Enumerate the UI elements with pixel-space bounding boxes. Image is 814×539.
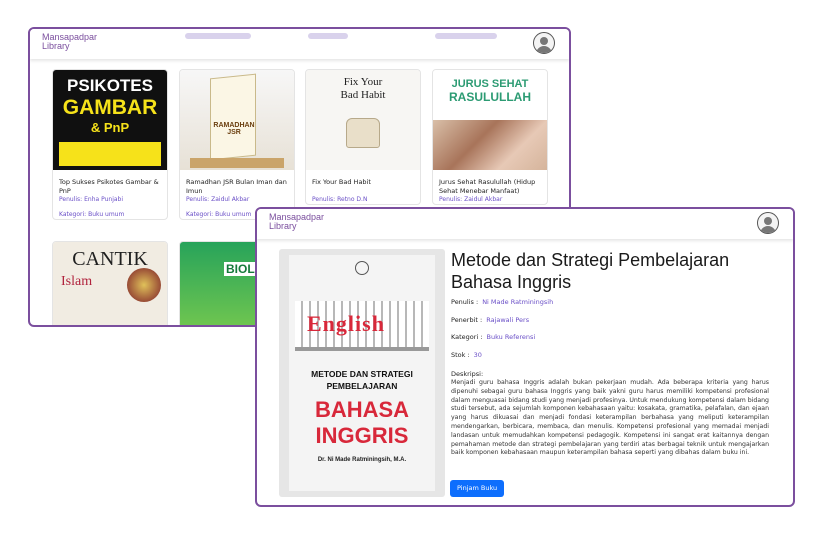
cover-text: English [307,311,385,336]
book-card[interactable]: CANTIK Islam [52,241,168,325]
book-title: Jurus Sehat Rasulullah (Hidup Sehat Mene… [439,178,536,195]
book-title: Metode dan Strategi Pembelajaran Bahasa … [451,250,730,292]
book-card[interactable]: JURUS SEHAT RASULULLAH Jurus Sehat Rasul… [432,69,548,205]
cover-text: INGGRIS [315,423,409,448]
author-row: Penulis : Ni Made Ratminingsih [451,298,553,306]
book-detail-cover: English METODE DAN STRATEGI PEMBELAJARAN… [279,249,445,497]
user-circle-icon[interactable] [757,212,779,234]
navbar: Mansapadpar Library [30,29,569,59]
brand-line-2: Library [42,41,70,51]
book-author: Penulis: Zaidul Akbar [439,196,503,203]
cover-text: & PnP [90,120,130,135]
cover-text: CANTIK [72,248,148,270]
publisher-row: Penerbit : Rajawali Pers [451,316,529,324]
nav-link-placeholder[interactable] [308,33,348,39]
book-cover: RAMADHAN JSR [180,70,294,170]
cover-text: Islam [61,274,93,289]
user-circle-icon[interactable] [533,32,555,54]
borrow-book-button[interactable]: Pinjam Buku [450,480,505,497]
cover-text: GAMBAR [62,96,158,119]
cover-text: Dr. Ni Made Ratminingsih, M.A. [317,457,407,463]
cover-text: PSIKOTES [67,76,153,95]
brand-line-2: Library [269,221,297,231]
book-title: Top Sukses Psikotes Gambar & PnP [59,178,159,195]
category-row: Kategori : Buku Referensi [451,333,535,341]
book-category: Kategori: Buku umum [59,211,125,218]
book-title: Ramadhan JSR Bulan Iman dan Imun [186,178,287,195]
category-value[interactable]: Buku Referensi [487,333,536,341]
book-detail-window: Mansapadpar Library English METODE DAN S… [255,207,795,507]
cover-text: PEMBELAJARAN [326,381,398,391]
cover-text: JURUS SEHAT [451,78,529,90]
publisher-logo-icon [355,261,369,275]
book-author: Penulis: Enha Punjabi [59,196,124,203]
author-label: Penulis : [451,298,479,306]
nav-link-placeholder[interactable] [435,33,497,39]
nav-link-placeholder[interactable] [185,33,251,39]
book-cover: PSIKOTES GAMBAR & PnP [53,70,167,170]
navbar: Mansapadpar Library [257,209,793,239]
book-cover: Fix Your Bad Habit [306,70,420,170]
publisher-label: Penerbit : [451,316,483,324]
book-card[interactable]: RAMADHAN JSR Ramadhan JSR Bulan Iman dan… [179,69,295,220]
book-cover: CANTIK Islam [53,242,167,325]
book-title: Fix Your Bad Habit [312,178,371,186]
author-value[interactable]: Ni Made Ratminingsih [482,298,553,306]
book-card[interactable]: Fix Your Bad Habit Fix Your Bad Habit Pe… [305,69,421,205]
cover-text: METODE DAN STRATEGI [311,369,413,379]
description-text: Menjadi guru bahasa Inggris adalah bukan… [451,379,769,457]
publisher-value[interactable]: Rajawali Pers [486,316,529,324]
cover-text: RASULULLAH [449,90,531,104]
brand-logo[interactable]: Mansapadpar Library [269,213,324,231]
book-card[interactable]: PSIKOTES GAMBAR & PnP Top Sukses Psikote… [52,69,168,220]
cover-text: BAHASA [314,397,410,422]
cover-text: RAMADHAN JSR [213,122,255,136]
brand-logo[interactable]: Mansapadpar Library [42,33,97,51]
book-author: Penulis: Retno D.N [312,196,368,203]
cover-text: Fix Your Bad Habit [340,76,386,101]
category-label: Kategori : [451,333,483,341]
description-label: Deskripsi: [451,370,484,378]
book-author: Penulis: Zaidul Akbar [186,196,250,203]
stock-value: 30 [473,351,482,359]
book-cover: JURUS SEHAT RASULULLAH [433,70,547,170]
stock-row: Stok :30 [451,351,482,359]
stock-label: Stok : [451,351,470,359]
